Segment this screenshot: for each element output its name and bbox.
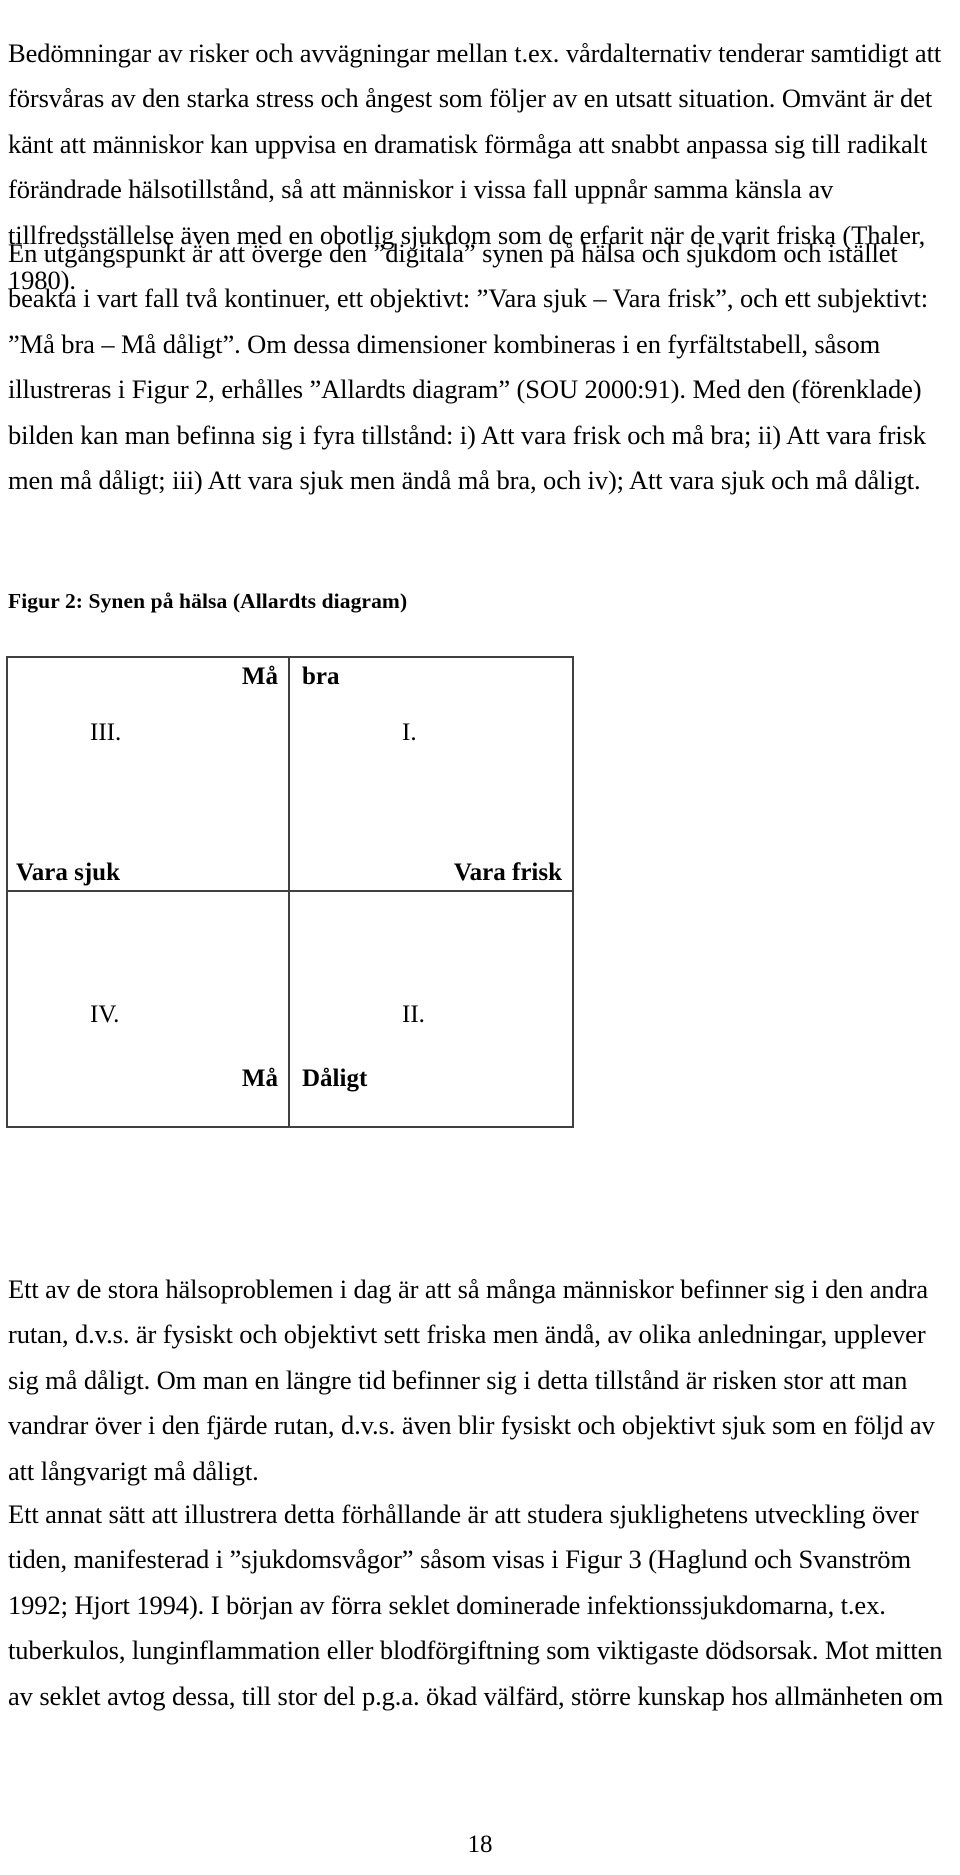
document-page: Bedömningar av risker och avvägningar me… bbox=[0, 0, 960, 1875]
diagram-row-top: Må III. Vara sjuk bra I. Vara frisk bbox=[8, 658, 572, 892]
quadrant-top-right: bra I. Vara frisk bbox=[290, 658, 572, 890]
quadrant-number-four: IV. bbox=[90, 1001, 120, 1028]
allardt-diagram: Må III. Vara sjuk bra I. Vara frisk IV. … bbox=[6, 656, 574, 1128]
figure-caption: Figur 2: Synen på hälsa (Allardts diagra… bbox=[8, 589, 408, 613]
paragraph-4: Ett annat sätt att illustrera detta förh… bbox=[8, 1498, 944, 1711]
quadrant-bottom-right: II. Dåligt bbox=[290, 892, 572, 1126]
quadrant-top-left: Må III. Vara sjuk bbox=[8, 658, 290, 890]
page-number: 18 bbox=[467, 1831, 493, 1858]
axis-label-ma-bottom: Må bbox=[241, 1065, 278, 1092]
axis-label-daligt: Dåligt bbox=[302, 1065, 368, 1092]
quadrant-number-two: II. bbox=[402, 1001, 425, 1028]
quadrant-bottom-left: IV. Må bbox=[8, 892, 290, 1126]
axis-label-ma-top: Må bbox=[241, 663, 278, 690]
axis-label-bra: bra bbox=[302, 663, 340, 690]
paragraph-3: Ett av de stora hälsoproblemen i dag är … bbox=[8, 1273, 935, 1486]
diagram-row-bottom: IV. Må II. Dåligt bbox=[8, 892, 572, 1126]
axis-label-vara-sjuk: Vara sjuk bbox=[16, 859, 120, 886]
quadrant-number-three: III. bbox=[90, 719, 122, 746]
quadrant-number-one: I. bbox=[402, 719, 417, 746]
paragraph-2: En utgångspunkt är att överge den ”digit… bbox=[8, 237, 928, 496]
axis-label-vara-frisk: Vara frisk bbox=[453, 859, 562, 886]
